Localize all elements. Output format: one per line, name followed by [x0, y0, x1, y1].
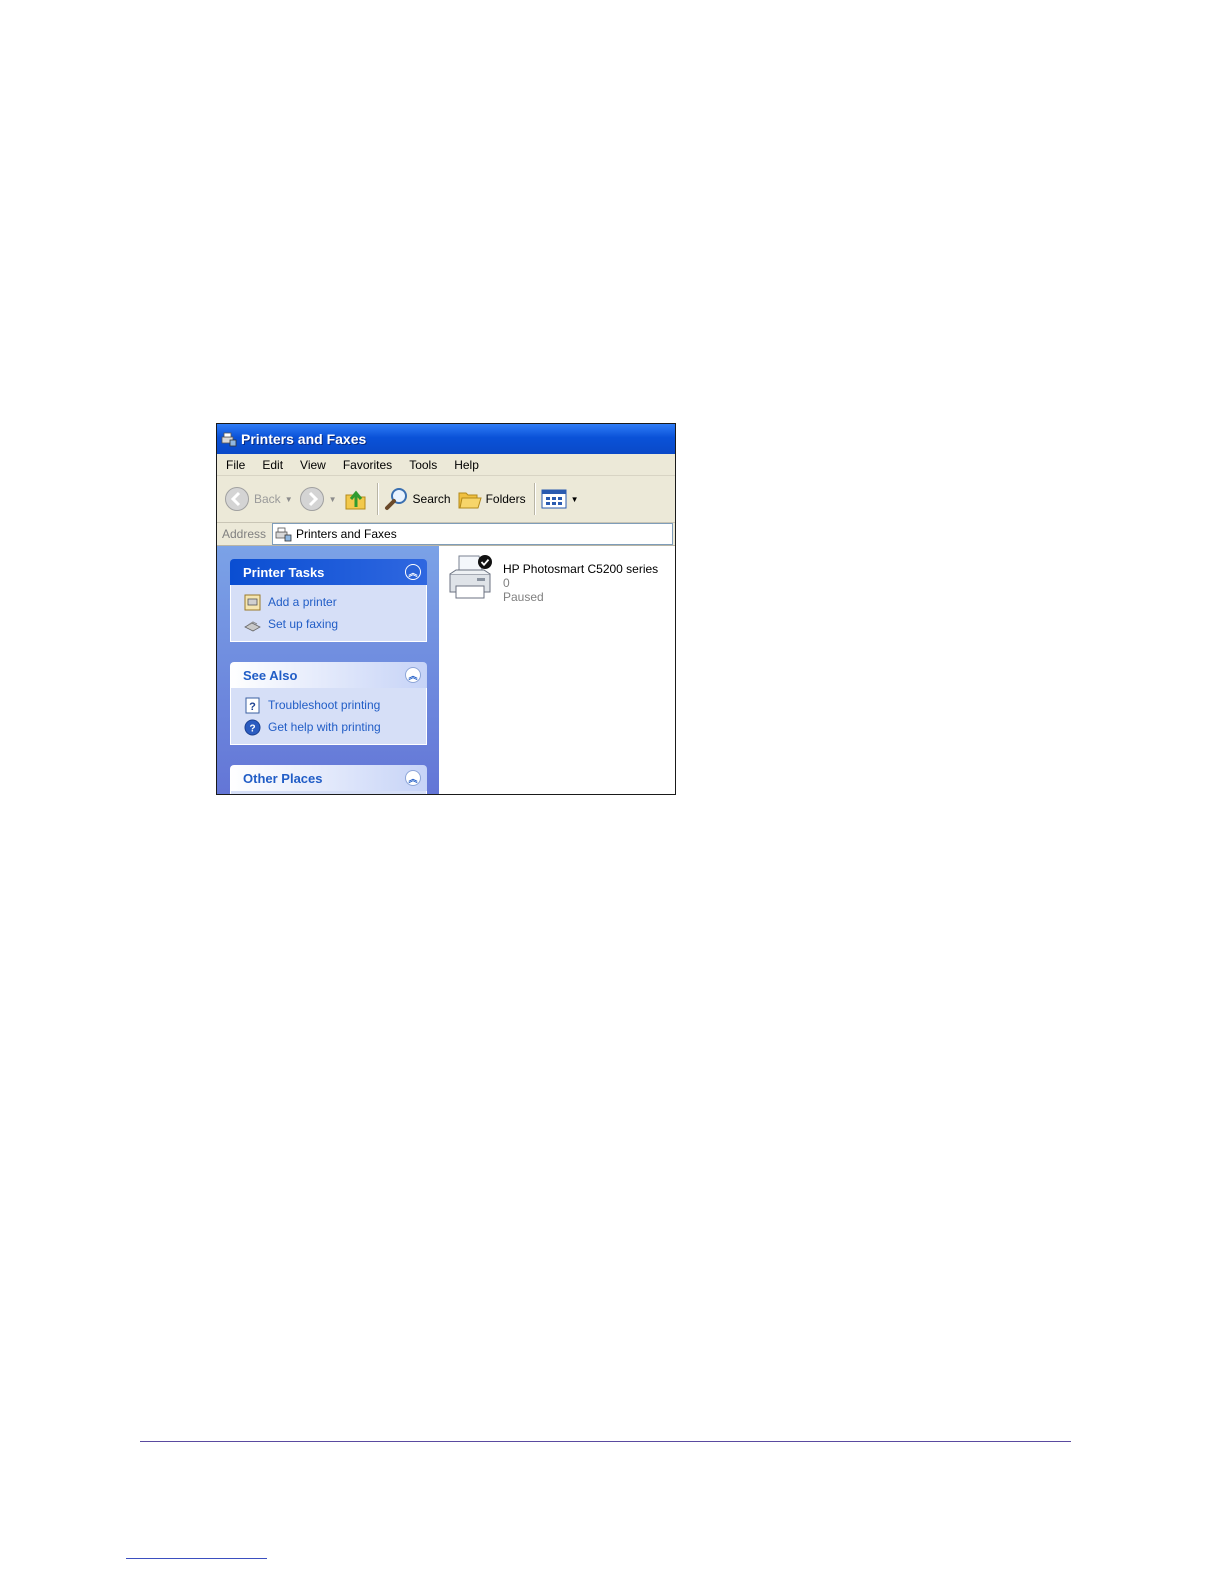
folders-label: Folders	[485, 492, 526, 506]
svg-text:?: ?	[249, 701, 256, 713]
printers-folder-icon	[221, 432, 237, 447]
folders-icon	[458, 492, 482, 509]
forward-button[interactable]: ▼	[299, 486, 337, 512]
address-bar: Address Printers and Faxes	[217, 523, 675, 546]
collapse-chevron-icon[interactable]: ︽	[405, 564, 421, 580]
address-label: Address	[222, 527, 267, 541]
menu-file[interactable]: File	[226, 458, 245, 472]
troubleshoot-printing-label: Troubleshoot printing	[268, 698, 381, 712]
views-dropdown-icon[interactable]: ▼	[571, 495, 579, 504]
get-help-printing-link[interactable]: ? Get help with printing	[244, 716, 426, 738]
printer-tasks-panel: Printer Tasks ︽ Add a printer Set up fax…	[230, 559, 427, 642]
menu-help[interactable]: Help	[454, 458, 479, 472]
toolbar-separator	[376, 483, 378, 515]
back-button[interactable]: Back ▼	[224, 486, 293, 512]
add-printer-label: Add a printer	[268, 595, 337, 609]
add-printer-icon	[244, 594, 261, 610]
other-places-panel: Other Places ︽	[230, 765, 427, 794]
fax-icon	[244, 620, 261, 631]
up-folder-icon	[345, 490, 366, 510]
back-arrow-icon	[225, 487, 249, 511]
printer-details: HP Photosmart C5200 series 0 Paused	[503, 562, 658, 604]
footer-link-underline[interactable]	[126, 1558, 267, 1559]
toolbar-separator	[533, 483, 535, 515]
printers-and-faxes-window: Printers and Faxes File Edit View Favori…	[216, 423, 676, 795]
collapse-chevron-icon[interactable]: ︽	[405, 667, 421, 683]
other-places-header[interactable]: Other Places ︽	[230, 765, 427, 791]
see-also-body: ? Troubleshoot printing ? Get help with …	[230, 688, 427, 745]
set-up-faxing-link[interactable]: Set up faxing	[244, 613, 426, 635]
see-also-header[interactable]: See Also ︽	[230, 662, 427, 688]
printer-document-count: 0	[503, 576, 510, 590]
see-also-panel: See Also ︽ ? Troubleshoot printing ? Get…	[230, 662, 427, 745]
other-places-title: Other Places	[243, 770, 323, 786]
menu-bar: File Edit View Favorites Tools Help	[217, 454, 675, 476]
printer-item[interactable]: HP Photosmart C5200 series 0 Paused	[447, 552, 658, 604]
printer-tasks-header[interactable]: Printer Tasks ︽	[230, 559, 427, 585]
get-help-printing-label: Get help with printing	[268, 720, 381, 734]
back-dropdown-icon[interactable]: ▼	[285, 495, 293, 504]
back-label: Back	[254, 492, 281, 506]
forward-arrow-icon	[299, 487, 324, 511]
file-list-pane: HP Photosmart C5200 series 0 Paused	[439, 546, 675, 794]
menu-tools[interactable]: Tools	[409, 458, 437, 472]
printer-status: Paused	[503, 590, 544, 604]
search-button[interactable]: Search	[384, 486, 451, 512]
see-also-title: See Also	[243, 667, 298, 683]
search-label: Search	[412, 492, 451, 506]
menu-favorites[interactable]: Favorites	[343, 458, 392, 472]
menu-edit[interactable]: Edit	[262, 458, 283, 472]
printer-name: HP Photosmart C5200 series	[503, 562, 659, 576]
address-field[interactable]: Printers and Faxes	[272, 523, 673, 545]
address-value: Printers and Faxes	[296, 527, 397, 541]
printer-icon	[449, 555, 492, 599]
other-places-body	[230, 791, 427, 794]
views-icon	[541, 489, 567, 509]
printer-tasks-title: Printer Tasks	[243, 564, 325, 580]
menu-view[interactable]: View	[300, 458, 326, 472]
explorer-content: Printer Tasks ︽ Add a printer Set up fax…	[217, 546, 675, 794]
title-bar[interactable]: Printers and Faxes	[217, 424, 675, 454]
folders-button[interactable]: Folders	[457, 486, 526, 512]
window-title: Printers and Faxes	[241, 431, 367, 447]
toolbar: Back ▼ ▼ Search Folders ▼	[217, 476, 675, 523]
troubleshoot-printing-link[interactable]: ? Troubleshoot printing	[244, 694, 426, 716]
task-pane: Printer Tasks ︽ Add a printer Set up fax…	[217, 546, 439, 794]
forward-dropdown-icon[interactable]: ▼	[329, 495, 337, 504]
footer-divider	[140, 1441, 1071, 1442]
search-icon	[384, 488, 407, 510]
add-printer-link[interactable]: Add a printer	[244, 591, 426, 613]
collapse-chevron-icon[interactable]: ︽	[405, 770, 421, 786]
svg-text:?: ?	[249, 723, 255, 734]
help-circle-icon: ?	[244, 719, 261, 735]
up-button[interactable]	[343, 486, 369, 512]
set-up-faxing-label: Set up faxing	[268, 617, 339, 631]
help-question-icon: ?	[245, 697, 260, 713]
printers-folder-icon	[275, 527, 292, 542]
views-button[interactable]: ▼	[541, 488, 579, 510]
printer-tasks-body: Add a printer Set up faxing	[230, 585, 427, 642]
